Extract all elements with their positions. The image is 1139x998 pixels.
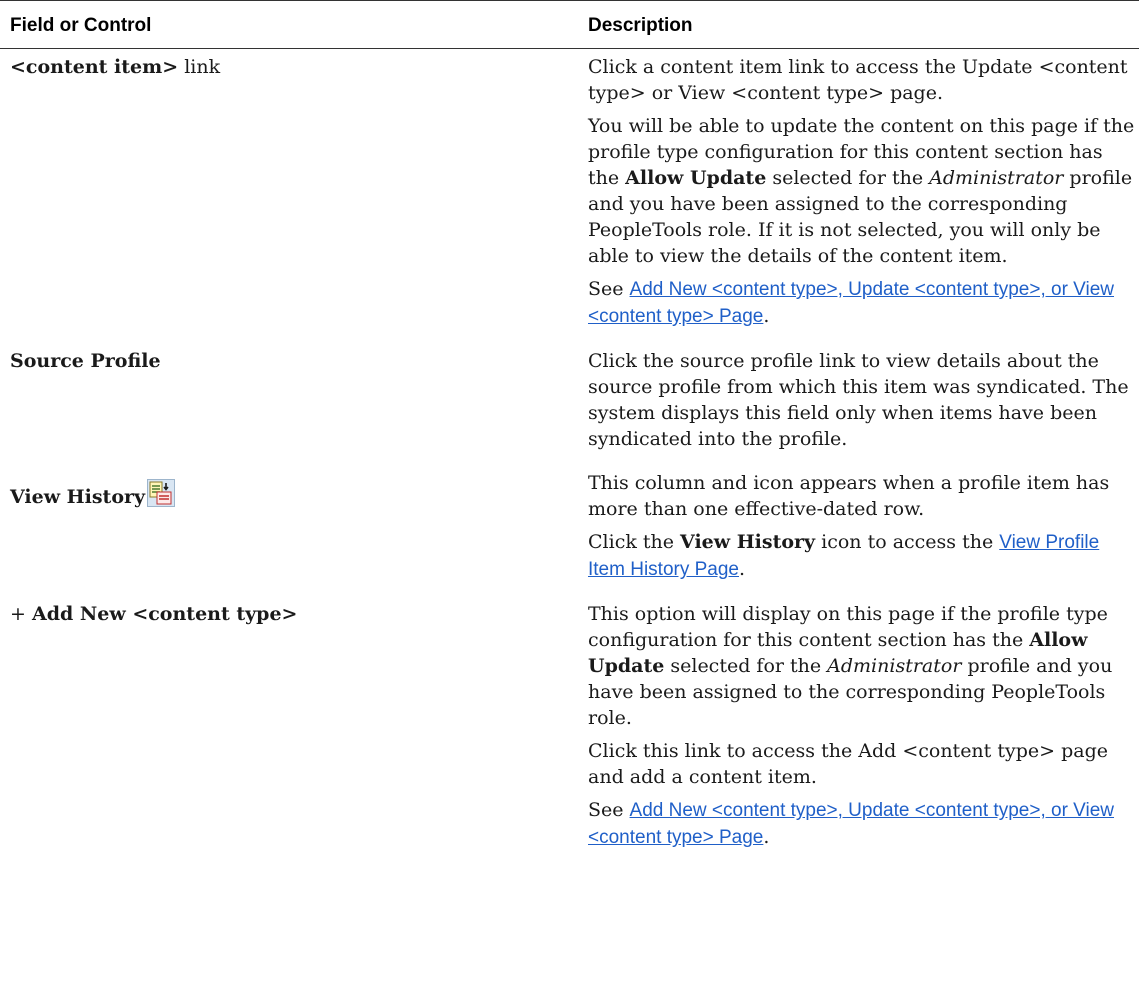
header-row: Field or Control Description: [0, 0, 1139, 49]
table-row: + Add New <content type> This option wil…: [0, 596, 1139, 858]
description-cell: Click the source profile link to view de…: [578, 343, 1139, 465]
description-paragraph: Click this link to access the Add <conte…: [588, 740, 1108, 789]
text-run: .: [763, 305, 770, 328]
description-cell: This option will display on this page if…: [578, 596, 1139, 858]
description-paragraph: This option will display on this page if…: [588, 601, 1139, 731]
field-name: <content item>: [10, 56, 179, 78]
description-column-header: Description: [578, 0, 1139, 49]
table-row: <content item> link Click a content item…: [0, 49, 1139, 344]
table-row: Source Profile Click the source profile …: [0, 343, 1139, 465]
field-cell: Source Profile: [0, 343, 578, 465]
field-cell: <content item> link: [0, 49, 578, 344]
description-paragraph: This column and icon appears when a prof…: [588, 472, 1110, 521]
italic-term: Administrator: [929, 167, 1064, 190]
add-update-view-page-link[interactable]: Add New <content type>, Update <content …: [588, 800, 1114, 848]
italic-term: Administrator: [827, 655, 962, 678]
description-cell: Click a content item link to access the …: [578, 49, 1139, 344]
text-run: .: [763, 826, 770, 849]
field-suffix: link: [178, 56, 221, 78]
description-cell: This column and icon appears when a prof…: [578, 465, 1139, 596]
field-column-header: Field or Control: [0, 0, 578, 49]
view-history-icon: [147, 479, 176, 514]
field-name: Source Profile: [10, 350, 161, 373]
text-run: icon to access the: [815, 531, 1000, 554]
field-name: View History: [10, 486, 146, 509]
text-run: See: [588, 799, 630, 822]
table-row: View History This column and icon appear…: [0, 465, 1139, 596]
description-paragraph: See Add New <content type>, Update <cont…: [588, 797, 1139, 851]
text-run: Click the: [588, 531, 681, 554]
text-run: See: [588, 278, 630, 301]
text-run: selected for the: [766, 167, 930, 190]
bold-term: View History: [680, 531, 816, 554]
description-paragraph: See Add New <content type>, Update <cont…: [588, 276, 1139, 330]
text-run: .: [739, 558, 746, 581]
description-paragraph: Click a content item link to access the …: [588, 56, 1128, 105]
add-update-view-page-link[interactable]: Add New <content type>, Update <content …: [588, 279, 1114, 327]
bold-term: Allow Update: [625, 167, 767, 190]
description-paragraph: Click the View History icon to access th…: [588, 529, 1139, 583]
field-description-table: Field or Control Description <content it…: [0, 0, 1139, 858]
add-prefix: +: [10, 603, 32, 626]
description-paragraph: You will be able to update the content o…: [588, 113, 1139, 269]
field-name: Add New <content type>: [31, 603, 298, 626]
description-paragraph: Click the source profile link to view de…: [588, 350, 1129, 451]
text-run: selected for the: [664, 655, 828, 678]
field-cell: + Add New <content type>: [0, 596, 578, 858]
field-cell: View History: [0, 465, 578, 596]
